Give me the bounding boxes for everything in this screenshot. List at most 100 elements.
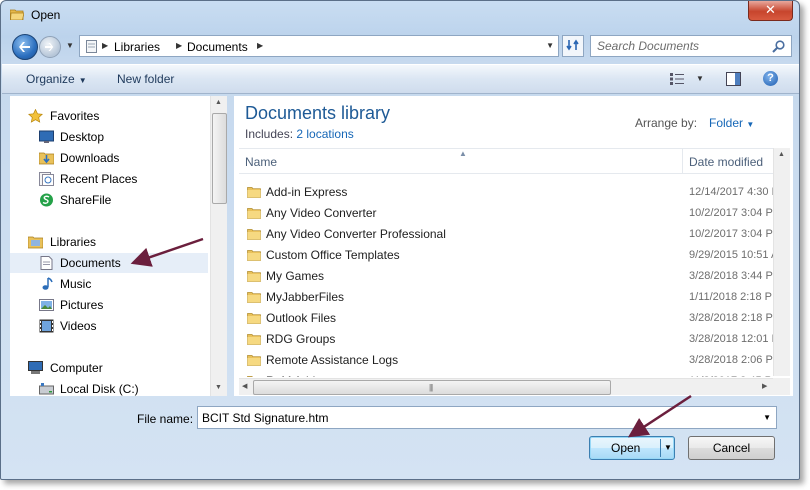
- table-row[interactable]: Outlook Files 3/28/2018 2:18 P: [239, 308, 773, 329]
- table-row[interactable]: RoM Addons 11/2/2017 3:45 P: [239, 371, 773, 377]
- sharefile-icon: [40, 193, 53, 207]
- nav-item-local-disk[interactable]: Local Disk (C:): [10, 379, 208, 399]
- nav-favorites-label: Favorites: [50, 109, 100, 123]
- nav-item-recent-places[interactable]: Recent Places: [10, 169, 208, 189]
- file-name-dropdown-icon[interactable]: ▼: [763, 413, 771, 422]
- date-modified: 3/28/2018 12:01 P: [689, 333, 773, 345]
- file-name: My Games: [266, 269, 325, 283]
- sort-ascending-icon: ▲: [459, 149, 467, 158]
- scroll-right-icon[interactable]: ▶: [762, 382, 767, 390]
- split-divider: [660, 439, 661, 457]
- back-arrow-icon: [19, 42, 30, 52]
- breadcrumb-separator-icon[interactable]: ▶: [102, 41, 108, 50]
- command-bar: Organize ▼ New folder ▼ ?: [2, 64, 799, 94]
- breadcrumb-separator-icon[interactable]: ▶: [176, 41, 182, 50]
- file-name: Add-in Express: [266, 185, 348, 199]
- window-title: Open: [31, 8, 61, 22]
- breadcrumb-separator-icon[interactable]: ▶: [257, 41, 263, 50]
- horizontal-scroll-thumb[interactable]: |||: [253, 380, 611, 395]
- date-modified: 10/2/2017 3:04 P: [689, 207, 773, 219]
- new-folder-button[interactable]: New folder: [117, 72, 174, 86]
- search-icon[interactable]: [772, 40, 785, 53]
- organize-button[interactable]: Organize ▼: [26, 72, 87, 86]
- forward-arrow-icon: [45, 43, 54, 51]
- file-name: Any Video Converter: [266, 206, 377, 220]
- folder-icon: [247, 229, 261, 240]
- back-button[interactable]: [12, 34, 38, 60]
- nav-item-videos[interactable]: Videos: [10, 316, 208, 336]
- locations-link[interactable]: 2 locations: [296, 127, 353, 141]
- nav-item-label: Pictures: [60, 298, 104, 312]
- downloads-folder-icon: [39, 152, 54, 165]
- address-bar[interactable]: ▶ Libraries ▶ Documents ▶ ▼: [79, 35, 559, 57]
- recent-locations-dropdown-icon[interactable]: ▼: [66, 41, 74, 50]
- nav-item-label: Downloads: [60, 151, 120, 165]
- nav-item-desktop[interactable]: Desktop: [10, 127, 208, 147]
- arrange-by-dropdown[interactable]: Folder ▼: [709, 116, 754, 130]
- view-options-dropdown-icon[interactable]: ▼: [696, 74, 704, 83]
- nav-libraries[interactable]: Libraries: [10, 232, 208, 252]
- column-name[interactable]: Name: [245, 155, 277, 169]
- open-button[interactable]: Open ▼: [589, 436, 675, 460]
- pictures-icon: [39, 299, 54, 311]
- address-dropdown-icon[interactable]: ▼: [546, 41, 554, 50]
- desktop-icon: [39, 130, 54, 143]
- file-name: Custom Office Templates: [266, 248, 400, 262]
- breadcrumb-documents[interactable]: Documents: [187, 40, 248, 54]
- file-name: RoM Addons: [266, 374, 335, 377]
- nav-favorites[interactable]: Favorites: [10, 106, 208, 126]
- table-row[interactable]: MyJabberFiles 1/11/2018 2:18 P: [239, 287, 773, 308]
- chevron-down-icon: ▼: [78, 76, 87, 85]
- nav-item-downloads[interactable]: Downloads: [10, 148, 208, 168]
- nav-item-label: Desktop: [60, 130, 105, 144]
- file-list: Add-in Express 12/14/2017 4:30 P Any Video…: [239, 182, 773, 377]
- file-name-field[interactable]: [202, 410, 742, 425]
- scroll-down-icon[interactable]: ▼: [215, 384, 222, 391]
- file-name: RDG Groups: [266, 332, 336, 346]
- table-row[interactable]: RDG Groups 3/28/2018 12:01 P: [239, 329, 773, 350]
- table-row[interactable]: Custom Office Templates 9/29/2015 10:51 A: [239, 245, 773, 266]
- table-row[interactable]: Add-in Express 12/14/2017 4:30 P: [239, 182, 773, 203]
- cancel-button[interactable]: Cancel: [688, 436, 775, 460]
- hard-drive-icon: [39, 383, 54, 395]
- nav-scroll-thumb[interactable]: [212, 113, 227, 204]
- nav-item-documents[interactable]: Documents: [10, 253, 208, 273]
- arrange-by-value: Folder: [709, 116, 744, 130]
- table-row[interactable]: Remote Assistance Logs 3/28/2018 2:06 P: [239, 350, 773, 371]
- scroll-up-icon[interactable]: ▲: [215, 99, 222, 106]
- search-box[interactable]: [590, 35, 792, 57]
- folder-icon: [247, 187, 261, 198]
- nav-computer[interactable]: Computer: [10, 358, 208, 378]
- nav-item-pictures[interactable]: Pictures: [10, 295, 208, 315]
- column-divider[interactable]: [682, 149, 683, 173]
- nav-item-sharefile[interactable]: ShareFile: [10, 190, 208, 210]
- scroll-up-icon[interactable]: ▲: [778, 151, 785, 158]
- file-name-combobox[interactable]: ▼: [197, 406, 777, 429]
- nav-item-label: Documents: [60, 256, 121, 270]
- close-button[interactable]: ✕: [748, 1, 793, 21]
- column-date-modified[interactable]: Date modified: [689, 155, 763, 169]
- nav-scrollbar[interactable]: ▲ ▼: [210, 96, 227, 396]
- nav-computer-label: Computer: [50, 361, 103, 375]
- forward-button[interactable]: [39, 36, 61, 58]
- change-view-icon[interactable]: [670, 73, 684, 85]
- file-list-vertical-scrollbar[interactable]: ▲: [773, 148, 790, 376]
- file-list-horizontal-scrollbar[interactable]: ◀ ||| ▶: [239, 378, 773, 395]
- arrange-by-label: Arrange by:: [635, 116, 698, 130]
- table-row[interactable]: Any Video Converter 10/2/2017 3:04 P: [239, 203, 773, 224]
- folder-icon: [247, 208, 261, 219]
- help-icon[interactable]: ?: [763, 71, 778, 86]
- table-row[interactable]: Any Video Converter Professional 10/2/201…: [239, 224, 773, 245]
- open-dialog: Open ✕ ▼ ▶ Libraries ▶ Documents ▶ ▼ Sea…: [0, 0, 800, 480]
- table-row[interactable]: My Games 3/28/2018 3:44 P: [239, 266, 773, 287]
- scroll-left-icon[interactable]: ◀: [242, 382, 247, 390]
- open-options-dropdown-icon[interactable]: ▼: [664, 437, 672, 459]
- music-note-icon: [42, 277, 53, 290]
- nav-item-music[interactable]: Music: [10, 274, 208, 294]
- scroll-corner: [773, 378, 790, 395]
- preview-pane-icon[interactable]: [726, 72, 741, 86]
- refresh-button[interactable]: [562, 35, 584, 57]
- search-input[interactable]: [597, 38, 767, 54]
- open-button-label: Open: [611, 441, 641, 455]
- breadcrumb-libraries[interactable]: Libraries: [114, 40, 160, 54]
